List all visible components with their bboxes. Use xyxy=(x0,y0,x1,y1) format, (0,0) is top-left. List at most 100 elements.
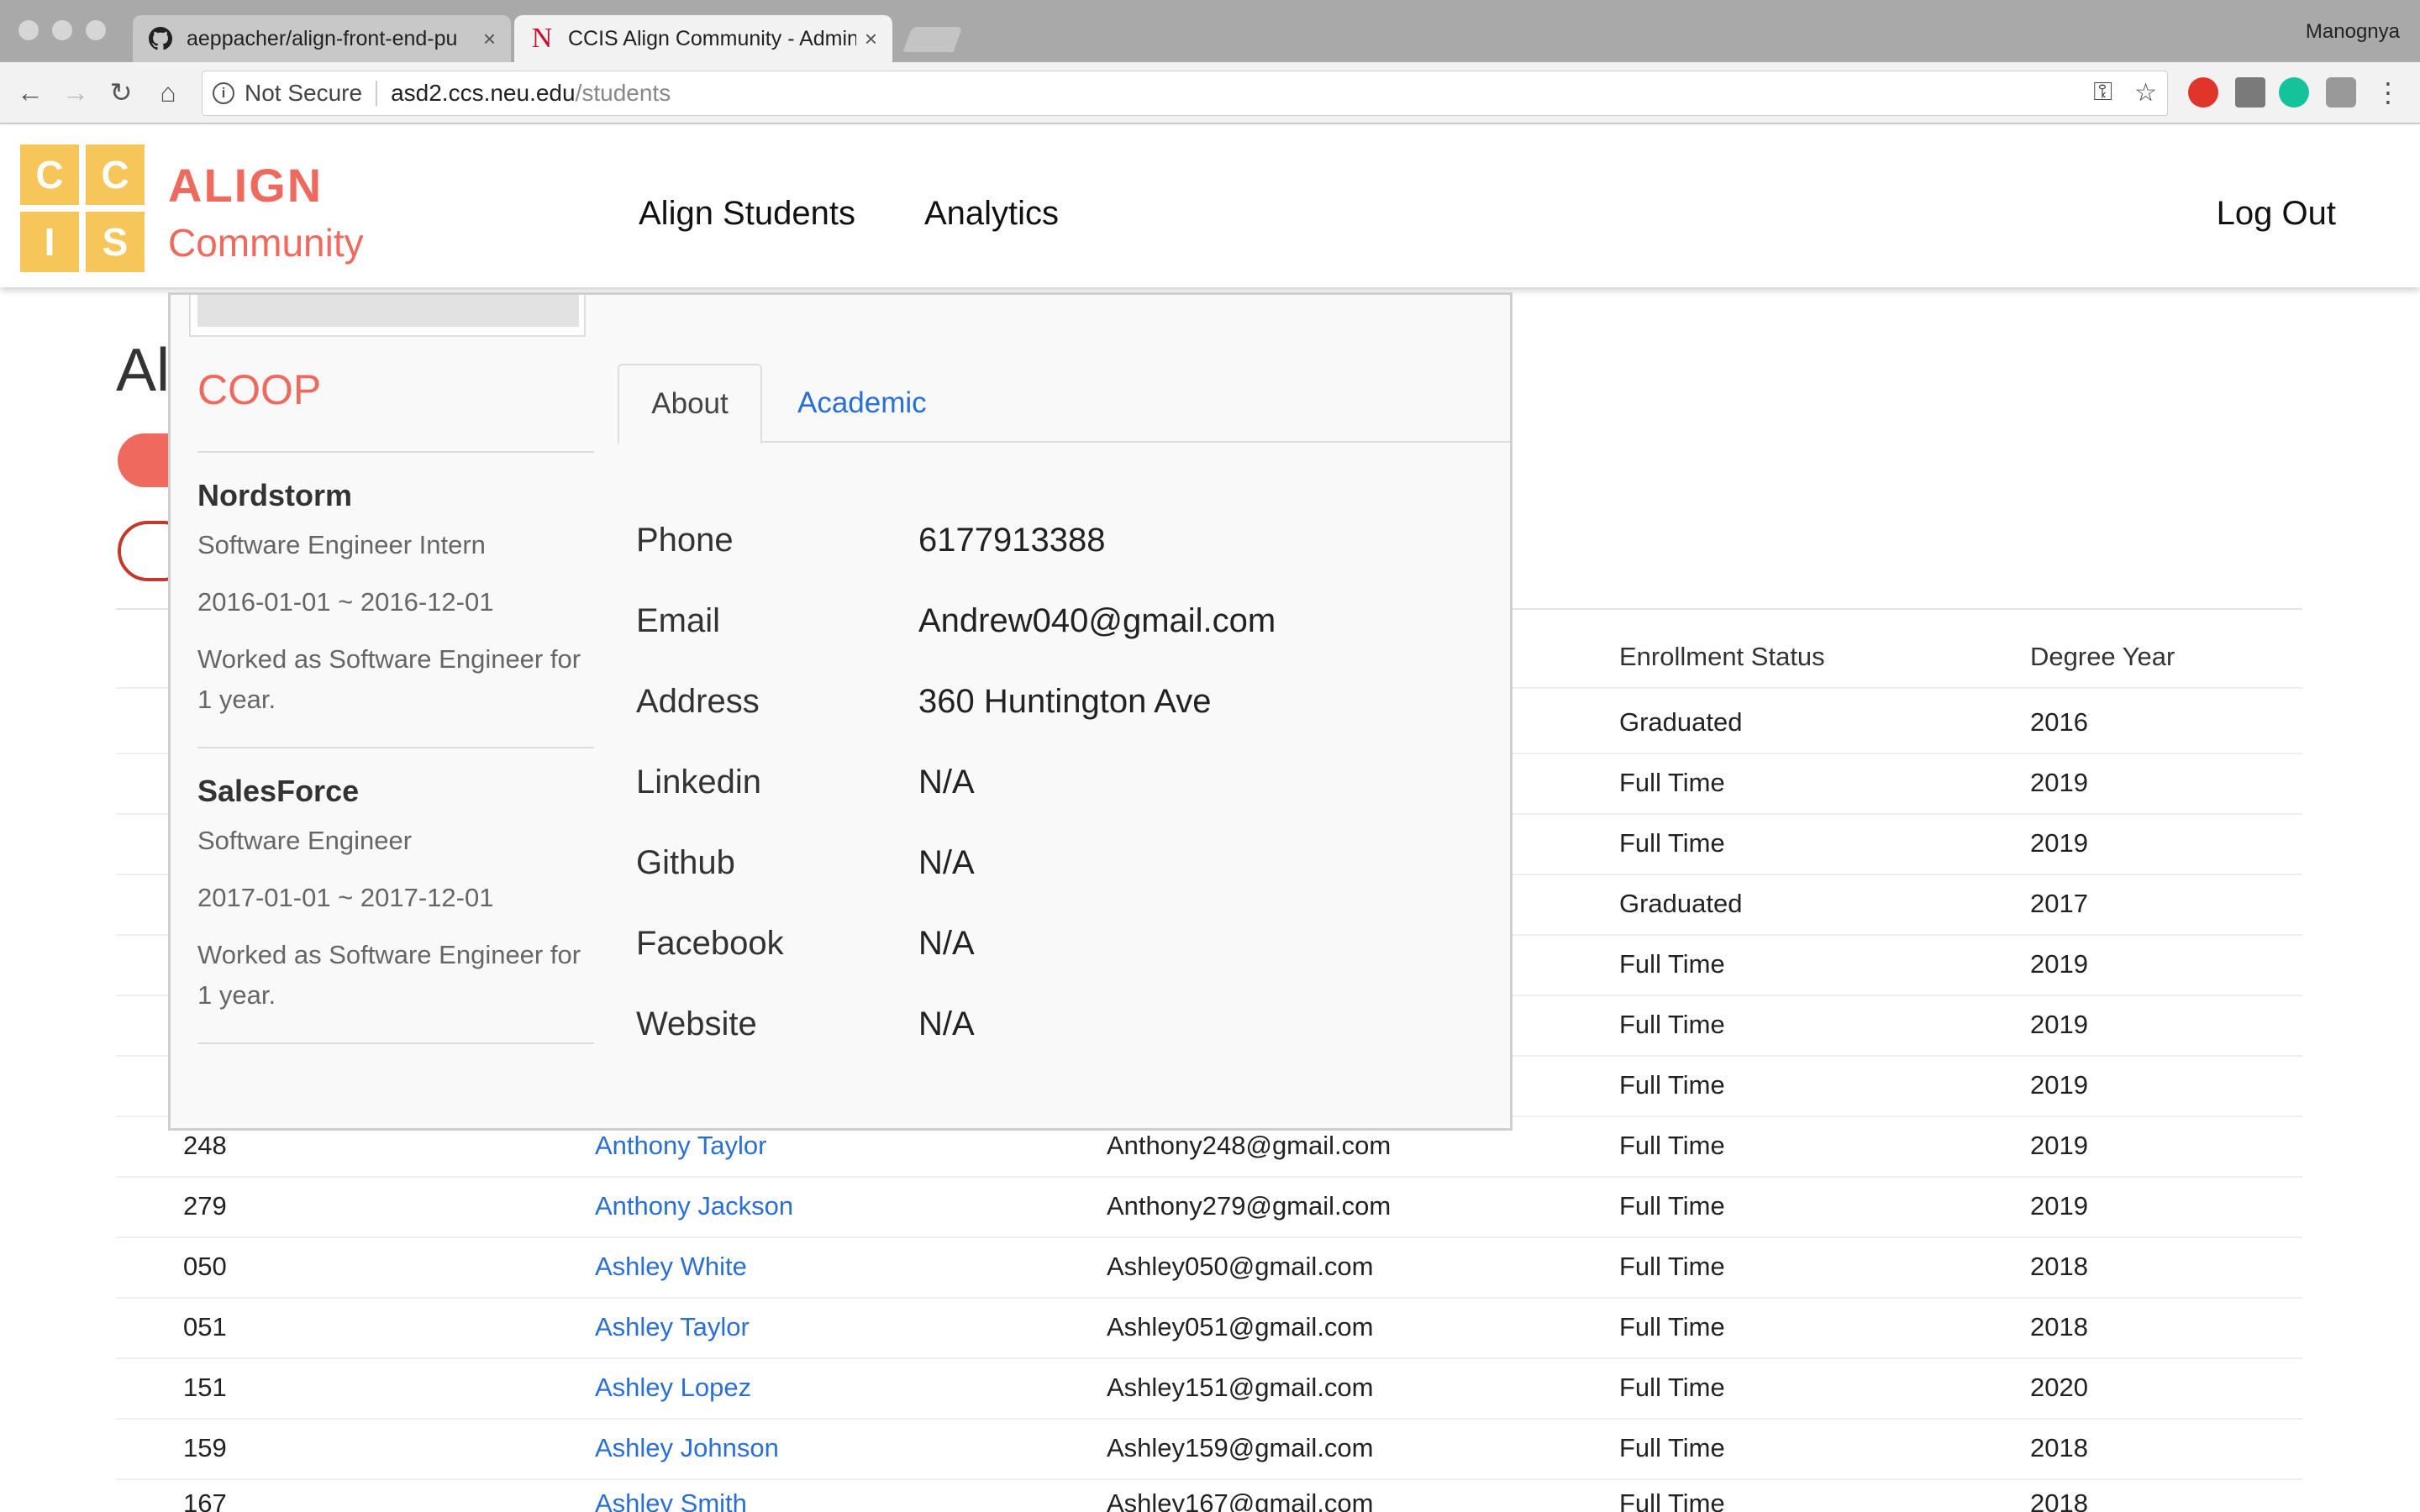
github-icon xyxy=(148,26,173,51)
new-tab-button[interactable] xyxy=(902,27,963,52)
info-label-github: Github xyxy=(636,844,735,881)
cell-status: Full Time xyxy=(1619,768,1725,797)
cell-status: Full Time xyxy=(1619,1010,1725,1039)
info-value-phone: 6177913388 xyxy=(918,522,1106,559)
job-description: Worked as Software Engineer for 1 year. xyxy=(197,644,581,714)
info-label-linkedin: Linkedin xyxy=(636,764,762,801)
cell-status: Full Time xyxy=(1619,949,1725,979)
url-host: asd2.ccs.neu.edu xyxy=(391,80,576,106)
info-icon[interactable]: i xyxy=(213,82,234,104)
cell-id: 050 xyxy=(183,1252,227,1281)
cell-year: 2018 xyxy=(2030,1252,2088,1281)
job-dates: 2017-01-01 ~ 2017-12-01 xyxy=(197,883,494,912)
cell-year: 2018 xyxy=(2030,1488,2088,1512)
student-name-link[interactable]: Ashley White xyxy=(595,1252,747,1282)
job-role: Software Engineer Intern xyxy=(197,530,486,559)
close-icon[interactable]: × xyxy=(865,26,877,52)
logo-letter: I xyxy=(20,212,79,272)
divider xyxy=(197,1042,594,1044)
cell-year: 2019 xyxy=(2030,1131,2088,1160)
row-divider xyxy=(116,1297,2302,1299)
cell-year: 2019 xyxy=(2030,1010,2088,1039)
divider xyxy=(197,747,594,748)
window-maximize-button[interactable] xyxy=(86,20,106,40)
student-name-link[interactable]: Anthony Jackson xyxy=(595,1191,793,1221)
cell-status: Full Time xyxy=(1619,1131,1725,1160)
close-icon[interactable]: × xyxy=(483,26,496,52)
forward-arrow-icon[interactable]: → xyxy=(59,76,92,109)
app-header: C C I S ALIGN Community Align Students A… xyxy=(0,124,2420,287)
cell-year: 2016 xyxy=(2030,707,2088,737)
page-title: Al xyxy=(116,337,171,404)
student-name-link[interactable]: Ashley Smith xyxy=(595,1488,747,1512)
browser-tab-align[interactable]: N CCIS Align Community - Admin × xyxy=(514,15,892,62)
tab-title: aeppacher/align-front-end-pu xyxy=(187,26,458,50)
cell-status: Full Time xyxy=(1619,1070,1725,1100)
student-name-link[interactable]: Anthony Taylor xyxy=(595,1131,767,1161)
window-close-button[interactable] xyxy=(18,20,39,40)
grammarly-icon[interactable] xyxy=(2279,77,2309,108)
cell-email: Ashley051@gmail.com xyxy=(1107,1312,1374,1341)
cell-year: 2019 xyxy=(2030,768,2088,797)
home-icon[interactable]: ⌂ xyxy=(151,76,185,109)
column-header-degree-year[interactable]: Degree Year xyxy=(2030,642,2175,672)
northeastern-n-icon: N xyxy=(531,23,553,54)
info-value-github: N/A xyxy=(918,844,975,881)
back-arrow-icon[interactable]: ← xyxy=(13,76,47,109)
cell-year: 2019 xyxy=(2030,1191,2088,1221)
job-description: Worked as Software Engineer for 1 year. xyxy=(197,940,581,1010)
cell-status: Full Time xyxy=(1619,828,1725,858)
info-value-linkedin: N/A xyxy=(918,764,975,801)
student-name-link[interactable]: Ashley Taylor xyxy=(595,1312,750,1342)
star-icon[interactable]: ☆ xyxy=(2134,78,2157,108)
address-bar[interactable]: i Not Secure asd2.ccs.neu.edu/students ⚿… xyxy=(202,71,2168,116)
job-company: SalesForce xyxy=(197,774,360,808)
info-label-website: Website xyxy=(636,1005,757,1042)
job-dates: 2016-01-01 ~ 2016-12-01 xyxy=(197,587,494,617)
placeholder-bar xyxy=(197,295,579,327)
window-minimize-button[interactable] xyxy=(52,20,72,40)
key-icon[interactable]: ⚿ xyxy=(2093,78,2112,108)
nav-align-students[interactable]: Align Students xyxy=(639,195,855,233)
cell-email: Anthony248@gmail.com xyxy=(1107,1131,1392,1160)
row-divider xyxy=(116,1236,2302,1238)
logo-letter: S xyxy=(86,212,145,272)
student-detail-popup: COOP Nordstorm Software Engineer Intern … xyxy=(168,292,1512,1131)
column-header-enrollment-status[interactable]: Enrollment Status xyxy=(1619,642,1825,672)
info-value-address: 360 Huntington Ave xyxy=(918,683,1212,720)
logo-letter: C xyxy=(20,144,79,205)
extension-icon[interactable] xyxy=(2326,77,2356,108)
reload-icon[interactable]: ↻ xyxy=(104,76,138,109)
info-label-email: Email xyxy=(636,602,721,639)
cell-year: 2019 xyxy=(2030,828,2088,858)
info-value-email: Andrew040@gmail.com xyxy=(918,602,1276,639)
ccis-logo[interactable]: C C I S xyxy=(20,144,145,276)
opera-icon[interactable] xyxy=(2188,77,2218,108)
nav-analytics[interactable]: Analytics xyxy=(924,195,1059,233)
popup-scroll-header xyxy=(189,295,586,337)
browser-titlebar: aeppacher/align-front-end-pu × N CCIS Al… xyxy=(0,0,2420,62)
extension-icon[interactable] xyxy=(2235,77,2265,108)
browser-tab-github[interactable]: aeppacher/align-front-end-pu × xyxy=(133,15,511,62)
cell-year: 2019 xyxy=(2030,1070,2088,1100)
tab-about[interactable]: About xyxy=(618,364,762,444)
info-label-address: Address xyxy=(636,683,760,720)
cell-id: 248 xyxy=(183,1131,227,1160)
tab-academic[interactable]: Academic xyxy=(797,364,927,443)
profile-name[interactable]: Manognya xyxy=(2306,20,2400,44)
row-divider xyxy=(116,1176,2302,1178)
cell-status: Full Time xyxy=(1619,1252,1725,1281)
divider xyxy=(197,451,594,453)
cell-status: Full Time xyxy=(1619,1191,1725,1221)
menu-icon[interactable]: ⋮ xyxy=(2371,76,2405,109)
row-divider xyxy=(116,1478,2302,1480)
logout-link[interactable]: Log Out xyxy=(2217,195,2336,233)
cell-email: Ashley159@gmail.com xyxy=(1107,1433,1374,1462)
divider xyxy=(376,81,378,106)
student-name-link[interactable]: Ashley Lopez xyxy=(595,1373,751,1403)
student-name-link[interactable]: Ashley Johnson xyxy=(595,1433,779,1463)
cell-year: 2018 xyxy=(2030,1433,2088,1462)
brand-title: ALIGN xyxy=(168,159,324,212)
row-divider xyxy=(116,1418,2302,1420)
job-role: Software Engineer xyxy=(197,826,413,855)
